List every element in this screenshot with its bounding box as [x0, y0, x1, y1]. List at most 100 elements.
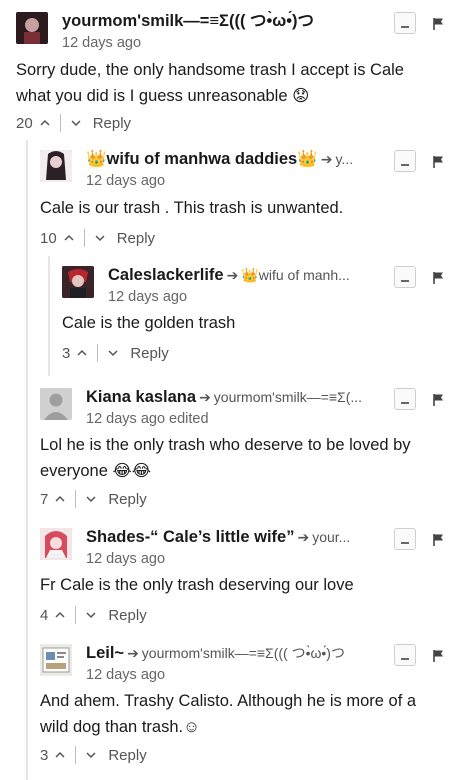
comment-author[interactable]: 👑wifu of manhwa daddies👑 ➔ y...	[86, 149, 386, 169]
flag-icon[interactable]	[433, 17, 445, 31]
divider	[75, 606, 77, 624]
comment-author[interactable]: Shades-“ Cale’s little wife” ➔ your...	[86, 527, 383, 547]
chevron-up-icon[interactable]	[55, 750, 65, 760]
reply-button[interactable]: Reply	[108, 491, 146, 508]
flag-icon[interactable]	[433, 649, 445, 663]
divider	[75, 746, 77, 764]
divider	[75, 490, 77, 508]
comment-timestamp[interactable]: 12 days ago	[108, 288, 187, 306]
comment-author[interactable]: Leil~ ➔ yourmom'smilk—=≡Σ((( つ•̀ω•́)つ	[86, 643, 383, 663]
vote-count: 4	[40, 606, 49, 624]
reply-arrow-icon: ➔	[297, 529, 310, 545]
chevron-down-icon[interactable]	[86, 494, 96, 504]
reply-arrow-icon: ➔	[127, 645, 139, 661]
chevron-up-icon[interactable]	[40, 118, 50, 128]
comment-author-name[interactable]: Kiana kaslana	[86, 388, 196, 406]
comment-actions: 20 Reply	[16, 112, 131, 134]
reply-arrow-icon: ➔	[226, 267, 239, 283]
comment-author[interactable]: Kiana kaslana ➔ yourmom'smilk—=≡Σ(...	[86, 387, 383, 407]
chevron-down-icon[interactable]	[71, 118, 81, 128]
reply-to[interactable]: ➔ yourmom'smilk—=≡Σ((( つ•̀ω•́)つ	[124, 645, 345, 661]
collapse-button[interactable]	[394, 528, 416, 550]
avatar[interactable]	[40, 150, 72, 182]
divider	[83, 229, 85, 247]
comment-author-name[interactable]: 👑wifu of manhwa daddies👑	[86, 150, 318, 168]
comment-body-line: Lol he is the only trash who deserve to …	[40, 436, 411, 454]
chevron-down-icon[interactable]	[108, 348, 118, 358]
comment-body: Cale is our trash . This trash is unwant…	[40, 195, 460, 221]
comment-body-line: Cale is the golden trash	[62, 314, 236, 332]
comment-actions: 7 Reply	[40, 488, 147, 510]
comment-body-line: Cale is our trash . This trash is unwant…	[40, 199, 344, 217]
reply-arrow-icon: ➔	[320, 151, 333, 167]
flag-icon[interactable]	[433, 155, 445, 169]
comment-actions: 3 Reply	[62, 342, 169, 364]
thread-line	[48, 256, 50, 376]
comment-body-line: what you did is I guess unreasonable 😟	[16, 87, 310, 105]
reply-to[interactable]: ➔ yourmom'smilk—=≡Σ(...	[196, 389, 362, 405]
divider	[59, 114, 61, 132]
divider	[97, 344, 99, 362]
reply-to[interactable]: ➔ y...	[318, 151, 353, 167]
comment-body-line: wild dog than trash.☺	[40, 718, 200, 736]
comment-timestamp-text[interactable]: 12 days ago	[86, 411, 165, 427]
reply-arrow-icon: ➔	[199, 389, 211, 405]
avatar[interactable]	[62, 266, 94, 298]
chevron-up-icon[interactable]	[55, 494, 65, 504]
avatar[interactable]	[40, 388, 72, 420]
comment-timestamp[interactable]: 12 days ago	[62, 34, 141, 52]
comment-timestamp[interactable]: 12 days ago	[86, 666, 165, 684]
chevron-down-icon[interactable]	[95, 233, 105, 243]
chevron-up-icon[interactable]	[64, 233, 74, 243]
comment-timestamp[interactable]: 12 days ago edited	[86, 410, 209, 428]
reply-button[interactable]: Reply	[93, 115, 131, 132]
comment-actions: 10 Reply	[40, 227, 155, 249]
collapse-button[interactable]	[394, 388, 416, 410]
collapse-button[interactable]	[394, 150, 416, 172]
comment-timestamp[interactable]: 12 days ago	[86, 550, 165, 568]
collapse-button[interactable]	[394, 644, 416, 666]
comment-author-name[interactable]: Shades-“ Cale’s little wife”	[86, 528, 294, 546]
chevron-down-icon[interactable]	[86, 610, 96, 620]
comment-body: Cale is the golden trash	[62, 310, 462, 336]
comment-body: Lol he is the only trash who deserve to …	[40, 432, 465, 484]
comment-body-line: Sorry dude, the only handsome trash I ac…	[16, 61, 404, 79]
comment-body: Sorry dude, the only handsome trash I ac…	[16, 57, 456, 109]
chevron-up-icon[interactable]	[77, 348, 87, 358]
reply-button[interactable]: Reply	[117, 230, 155, 247]
comment-actions: 4 Reply	[40, 604, 147, 626]
reply-button[interactable]: Reply	[130, 345, 168, 362]
reply-button[interactable]: Reply	[108, 747, 146, 764]
vote-count: 7	[40, 490, 49, 508]
collapse-button[interactable]	[394, 266, 416, 288]
vote-count: 10	[40, 229, 57, 247]
comment-body: Fr Cale is the only trash deserving our …	[40, 572, 465, 598]
flag-icon[interactable]	[433, 271, 445, 285]
comment-body: And ahem. Trashy Calisto. Although he is…	[40, 688, 465, 740]
flag-icon[interactable]	[433, 393, 445, 407]
comment-author[interactable]: yourmom'smilk—=≡Σ((( つ•̀ω•́)つ	[62, 11, 382, 31]
flag-icon[interactable]	[433, 533, 445, 547]
vote-count: 3	[62, 344, 71, 362]
edited-label: edited	[169, 411, 209, 427]
chevron-down-icon[interactable]	[86, 750, 96, 760]
comment-author-name[interactable]: Caleslackerlife	[108, 266, 224, 284]
thread-line	[26, 140, 28, 780]
avatar[interactable]	[16, 12, 48, 44]
comment-actions: 3 Reply	[40, 744, 147, 766]
collapse-button[interactable]	[394, 12, 416, 34]
comment-timestamp[interactable]: 12 days ago	[86, 172, 165, 190]
avatar[interactable]	[40, 528, 72, 560]
comment-author-name[interactable]: Leil~	[86, 644, 124, 662]
vote-count: 3	[40, 746, 49, 764]
vote-count: 20	[16, 114, 33, 132]
comment-body-line: everyone 😂😂	[40, 462, 152, 480]
comment-body-line: Fr Cale is the only trash deserving our …	[40, 576, 354, 594]
reply-to[interactable]: ➔ your...	[294, 529, 350, 545]
reply-button[interactable]: Reply	[108, 607, 146, 624]
comment-body-line: And ahem. Trashy Calisto. Although he is…	[40, 692, 417, 710]
comment-author[interactable]: Caleslackerlife ➔ 👑wifu of manh...	[108, 265, 383, 285]
avatar[interactable]	[40, 644, 72, 676]
chevron-up-icon[interactable]	[55, 610, 65, 620]
reply-to[interactable]: ➔ 👑wifu of manh...	[224, 267, 350, 283]
